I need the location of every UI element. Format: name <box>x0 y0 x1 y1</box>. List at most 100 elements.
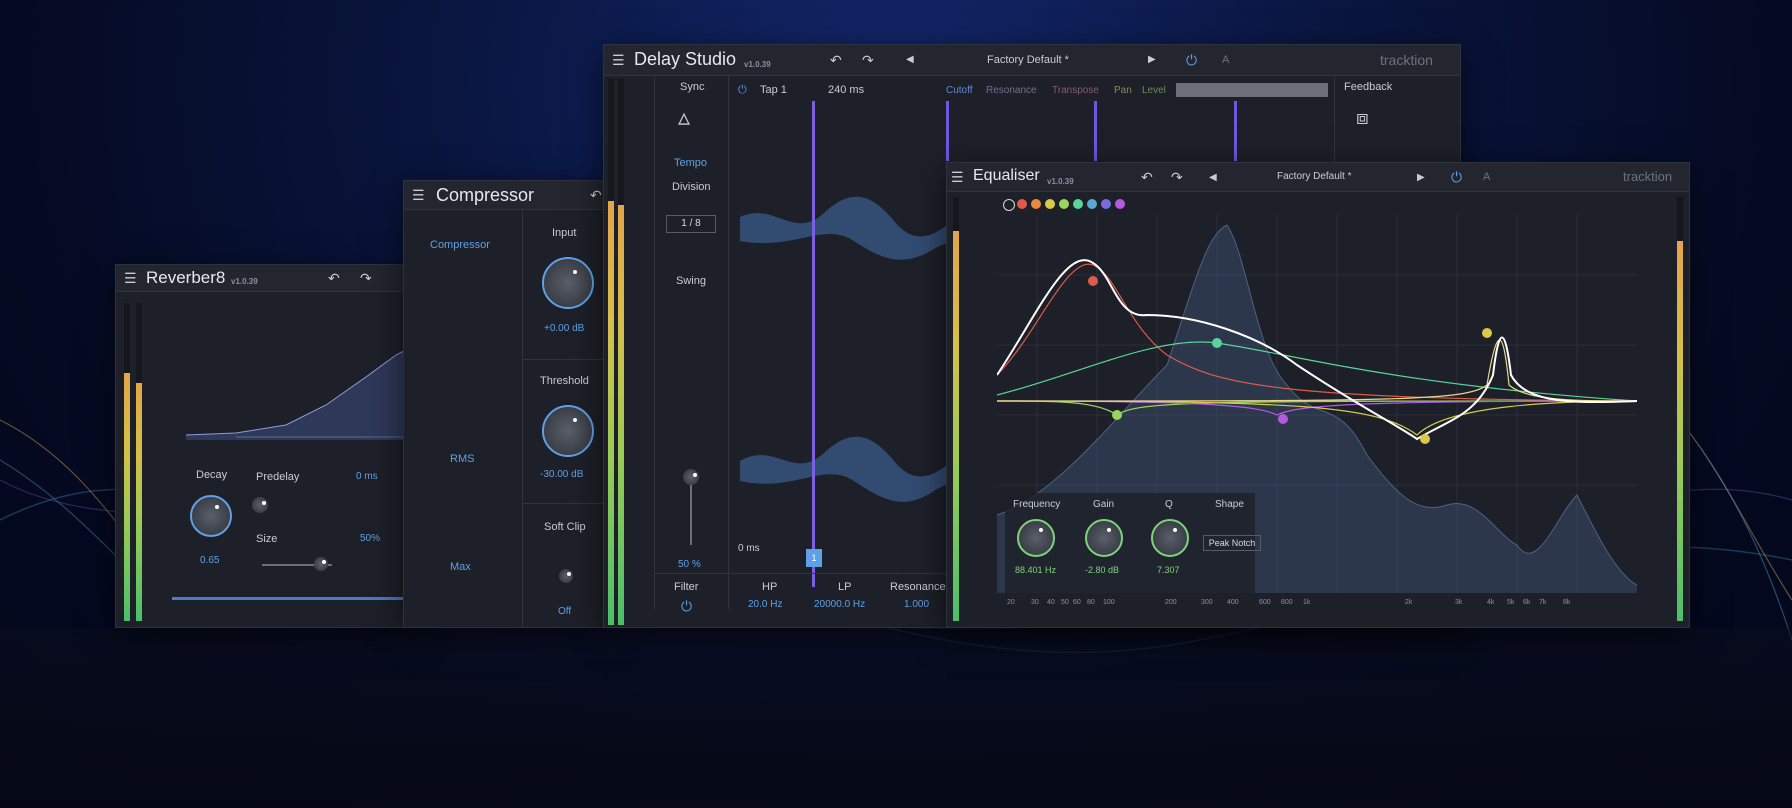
filter-power-icon[interactable]: ⏻ <box>681 599 692 613</box>
freq-tick: 2k <box>1405 599 1413 606</box>
gain-knob[interactable] <box>1085 519 1123 557</box>
eq-version: v1.0.39 <box>1047 177 1074 186</box>
decay-knob[interactable] <box>190 495 232 537</box>
max-option[interactable]: Max <box>450 561 471 573</box>
band-dot-8[interactable] <box>1115 199 1125 209</box>
band-dot-0[interactable] <box>1003 199 1015 211</box>
metronome-icon[interactable]: ▵ <box>678 106 690 130</box>
compressor-mode[interactable]: Compressor <box>430 239 490 251</box>
param-level[interactable]: Level <box>1142 85 1166 96</box>
menu-icon[interactable]: ☰ <box>612 53 625 67</box>
freq-tick: 1k <box>1303 599 1311 606</box>
ab-toggle[interactable]: A <box>1483 171 1490 183</box>
param-pan[interactable]: Pan <box>1114 85 1132 96</box>
menu-icon[interactable]: ☰ <box>124 271 137 285</box>
band-dot-5[interactable] <box>1073 199 1083 209</box>
delay-divider-2 <box>728 75 729 609</box>
tempo-option[interactable]: Tempo <box>674 157 707 169</box>
swing-slider-thumb[interactable] <box>683 469 699 485</box>
softclip-knob[interactable] <box>559 569 573 583</box>
resonance-value[interactable]: 1.000 <box>904 599 929 610</box>
reverb-meter-right <box>136 383 142 621</box>
undo-icon[interactable]: ↶ <box>1141 170 1153 184</box>
feedback-label: Feedback <box>1344 81 1393 93</box>
band-dot-4[interactable] <box>1059 199 1069 209</box>
freq-tick: 5k <box>1507 599 1515 606</box>
band-dot-7[interactable] <box>1101 199 1111 209</box>
preset-next-icon[interactable]: ▶ <box>1417 171 1425 185</box>
freq-tick: 6k <box>1523 599 1531 606</box>
tap-time: 240 ms <box>828 84 865 96</box>
freq-tick: 200 <box>1165 599 1177 606</box>
redo-icon[interactable]: ↷ <box>862 53 874 67</box>
undo-icon[interactable]: ↶ <box>590 188 602 202</box>
tap-line[interactable] <box>812 101 815 587</box>
input-knob[interactable] <box>542 257 594 309</box>
delay-meter-left <box>608 201 614 625</box>
frequency-knob[interactable] <box>1017 519 1055 557</box>
freq-tick: 7k <box>1539 599 1547 606</box>
filter-label: Filter <box>674 581 699 593</box>
param-transpose[interactable]: Transpose <box>1052 85 1099 96</box>
freq-tick: 800 <box>1281 599 1293 606</box>
resonance-label: Resonance <box>890 581 946 593</box>
param-cutoff[interactable]: Cutoff <box>946 85 973 96</box>
rms-option[interactable]: RMS <box>450 453 474 465</box>
freq-tick: 300 <box>1201 599 1213 606</box>
band-dot-2[interactable] <box>1031 199 1041 209</box>
eq-freq-axis: 20 30 40 50 60 80 100 200 300 400 600 80… <box>1007 599 1637 611</box>
tap-marker[interactable]: 1 <box>806 549 822 567</box>
shape-selector[interactable]: Peak Notch <box>1203 535 1261 551</box>
input-label: Input <box>552 227 577 239</box>
reverb-titlebar: ☰ Reverber8 v1.0.39 ↶ ↷ <box>116 265 416 292</box>
param-resonance[interactable]: Resonance <box>986 85 1037 96</box>
param-level-bar[interactable] <box>1176 83 1328 97</box>
delay-preset[interactable]: Factory Default * <box>987 54 1069 66</box>
reverb-meter-left <box>124 373 130 621</box>
tap-label: Tap 1 <box>760 84 787 96</box>
division-selector[interactable]: 1 / 8 <box>666 215 716 233</box>
power-icon[interactable]: ⏻ <box>1451 170 1462 184</box>
swing-slider-track[interactable] <box>690 481 692 545</box>
delay-meter-right <box>618 205 624 625</box>
threshold-knob[interactable] <box>542 405 594 457</box>
threshold-value: -30.00 dB <box>540 469 584 480</box>
freq-tick: 40 <box>1047 599 1055 606</box>
freq-tick: 3k <box>1455 599 1463 606</box>
swing-label: Swing <box>676 275 706 287</box>
softclip-value: Off <box>558 606 572 617</box>
delay-brand: tracktion <box>1380 52 1433 68</box>
predelay-knob[interactable] <box>252 497 268 513</box>
menu-icon[interactable]: ☰ <box>951 170 964 184</box>
power-icon[interactable]: ⏻ <box>1186 53 1197 67</box>
sync-label: Sync <box>680 81 705 93</box>
tap-power-icon[interactable]: ⏻ <box>738 83 747 97</box>
size-slider-thumb[interactable] <box>314 557 328 571</box>
feedback-routing-icon[interactable]: ⧈ <box>1356 108 1369 128</box>
undo-icon[interactable]: ↶ <box>328 271 340 285</box>
predelay-value: 0 ms <box>356 471 378 482</box>
q-knob[interactable] <box>1151 519 1189 557</box>
eq-title: Equaliser <box>973 167 1040 184</box>
lp-value[interactable]: 20000.0 Hz <box>814 599 865 610</box>
menu-icon[interactable]: ☰ <box>412 188 425 202</box>
size-label: Size <box>256 533 278 545</box>
threshold-label: Threshold <box>540 375 589 387</box>
redo-icon[interactable]: ↷ <box>1171 170 1183 184</box>
undo-icon[interactable]: ↶ <box>830 53 842 67</box>
reverb-decay-display <box>185 344 416 440</box>
ab-toggle[interactable]: A <box>1222 54 1229 66</box>
preset-prev-icon[interactable]: ◀ <box>906 53 914 67</box>
band-dot-6[interactable] <box>1087 199 1097 209</box>
freq-tick: 30 <box>1031 599 1039 606</box>
band-dot-3[interactable] <box>1045 199 1055 209</box>
freq-tick: 100 <box>1103 599 1115 606</box>
preset-next-icon[interactable]: ▶ <box>1148 53 1156 67</box>
redo-icon[interactable]: ↷ <box>360 271 372 285</box>
gain-label: Gain <box>1093 499 1115 510</box>
preset-prev-icon[interactable]: ◀ <box>1209 171 1217 185</box>
band-dot-1[interactable] <box>1017 199 1027 209</box>
eq-preset[interactable]: Factory Default * <box>1277 171 1351 182</box>
reverb-panel: ☰ Reverber8 v1.0.39 ↶ ↷ Decay 0.65 Prede… <box>115 264 417 628</box>
hp-value[interactable]: 20.0 Hz <box>748 599 782 610</box>
